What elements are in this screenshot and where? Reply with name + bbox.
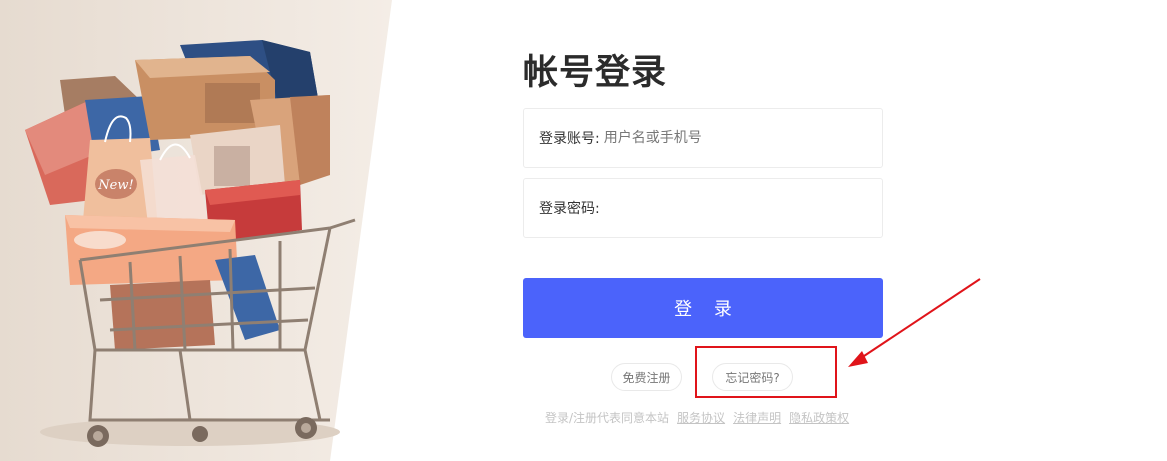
register-button[interactable]: 免费注册 (611, 363, 682, 391)
username-label: 登录账号: (539, 131, 600, 147)
annotation-highlight-box (695, 346, 837, 398)
legal-prefix: 登录/注册代表同意本站 (545, 411, 670, 425)
page-title: 帐号登录 (523, 53, 668, 93)
legal-statement-link[interactable]: 法律声明 (733, 411, 781, 425)
password-input[interactable] (603, 193, 844, 223)
username-field[interactable]: 登录账号: (523, 108, 883, 168)
service-agreement-link[interactable]: 服务协议 (677, 411, 725, 425)
shopping-cart-illustration: New! (0, 0, 392, 461)
privacy-policy-link[interactable]: 隐私政策权 (789, 411, 849, 425)
annotation-arrow-icon (840, 275, 985, 379)
password-field[interactable]: 登录密码: (523, 178, 883, 238)
svg-text:New!: New! (97, 178, 133, 193)
username-input[interactable] (603, 123, 844, 153)
login-button[interactable]: 登 录 (523, 278, 883, 338)
legal-notice: 登录/注册代表同意本站 服务协议 法律声明 隐私政策权 (545, 409, 849, 426)
password-label: 登录密码: (539, 201, 600, 217)
